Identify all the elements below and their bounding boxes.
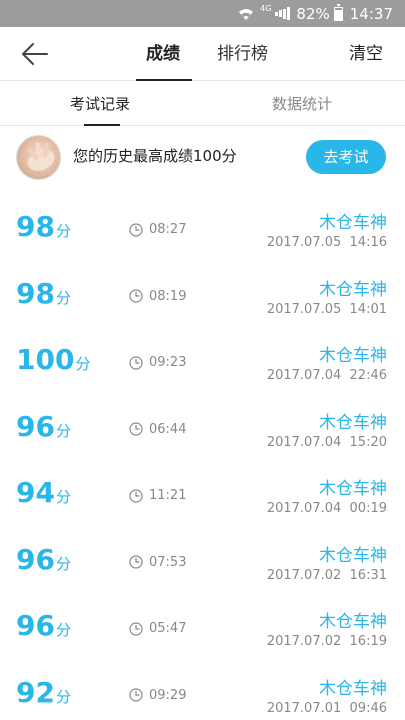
sub-tabs: 考试记录 数据统计: [0, 82, 405, 126]
score: 98分: [16, 210, 71, 243]
record-row[interactable]: 100分 09:23 木仓车神 2017.07.04 22:46: [0, 329, 405, 396]
duration: 08:19: [129, 289, 186, 304]
record-datetime: 2017.07.02 16:31: [266, 567, 387, 583]
active-subtab-indicator: [84, 124, 120, 126]
duration: 09:23: [129, 355, 186, 370]
duration: 06:44: [129, 422, 186, 437]
record-row[interactable]: 98分 08:27 木仓车神 2017.07.05 14:16: [0, 196, 405, 263]
score: 98分: [16, 277, 71, 310]
record-datetime: 2017.07.05 14:01: [266, 301, 387, 317]
record-row[interactable]: 96分 05:47 木仓车神 2017.07.02 16:19: [0, 595, 405, 662]
score-unit: 分: [55, 687, 71, 706]
duration-value: 07:53: [149, 554, 187, 570]
exam-records-list: 98分 08:27 木仓车神 2017.07.05 14:16 98分 08:19 木仓车神…: [0, 196, 405, 720]
back-button[interactable]: [20, 40, 50, 68]
score: 92分: [16, 676, 71, 709]
duration: 05:47: [129, 621, 186, 636]
record-datetime: 2017.07.02 16:19: [266, 634, 387, 649]
score: 96分: [16, 609, 71, 642]
score-value: 96: [16, 609, 55, 642]
duration-value: 09:29: [149, 687, 187, 703]
score-value: 94: [16, 476, 55, 509]
record-row[interactable]: 94分 11:21 木仓车神 2017.07.04 00:19: [0, 462, 405, 529]
duration-value: 06:44: [149, 421, 187, 437]
duration: 09:29: [129, 688, 186, 703]
battery-percent: 82%: [296, 4, 330, 23]
score: 100分: [16, 343, 90, 376]
clock-icon: [129, 289, 143, 303]
record-datetime: 2017.07.04 15:20: [266, 434, 387, 450]
arrow-left-icon: [22, 43, 48, 65]
best-score-text: 您的历史最高成绩100分: [73, 147, 237, 165]
record-row[interactable]: 96分 07:53 木仓车神 2017.07.02 16:31: [0, 529, 405, 596]
subject-name[interactable]: 木仓车神: [319, 341, 387, 366]
duration-value: 05:47: [149, 621, 187, 636]
score-value: 96: [16, 542, 55, 576]
clock-icon: [129, 355, 143, 370]
best-score-banner: 您的历史最高成绩100分 去考试: [0, 130, 405, 184]
score-value: 98: [16, 276, 55, 310]
subject-name[interactable]: 木仓车神: [319, 408, 387, 433]
score: 96分: [16, 543, 71, 576]
status-bar: 4G 82% 14:37: [0, 0, 405, 27]
score-value: 100: [16, 343, 75, 376]
score-unit: 分: [75, 355, 91, 373]
duration-value: 08:27: [149, 222, 187, 237]
tab-exam-records[interactable]: 考试记录: [70, 82, 130, 126]
battery-icon: [333, 3, 343, 21]
score: 94分: [16, 476, 71, 509]
subject-name[interactable]: 木仓车神: [319, 275, 387, 300]
clock-icon: [129, 488, 143, 503]
subject-name[interactable]: 木仓车神: [319, 474, 387, 499]
clear-button[interactable]: 清空: [349, 27, 383, 81]
score-unit: 分: [55, 288, 71, 307]
tab-data-statistics[interactable]: 数据统计: [272, 82, 332, 126]
subject-name[interactable]: 木仓车神: [319, 674, 387, 699]
top-nav: 成绩 排行榜 清空: [0, 27, 405, 81]
subject-name[interactable]: 木仓车神: [319, 607, 387, 632]
avatar: [16, 135, 61, 180]
duration: 08:27: [129, 222, 186, 237]
score-value: 98: [16, 210, 55, 243]
score-value: 92: [16, 675, 55, 709]
duration-value: 09:23: [149, 355, 187, 370]
record-datetime: 2017.07.05 14:16: [266, 235, 387, 250]
score-unit: 分: [55, 554, 71, 573]
clock-time: 14:37: [349, 4, 393, 23]
record-row[interactable]: 98分 08:19 木仓车神 2017.07.05 14:01: [0, 263, 405, 330]
tab-leaderboard[interactable]: 排行榜: [217, 27, 268, 81]
clock-icon: [129, 222, 143, 237]
clock-icon: [129, 422, 143, 436]
take-exam-button[interactable]: 去考试: [306, 140, 386, 174]
tab-scores[interactable]: 成绩: [146, 27, 180, 81]
record-datetime: 2017.07.04 00:19: [266, 501, 387, 516]
duration-value: 11:21: [149, 488, 187, 503]
score-unit: 分: [55, 621, 71, 639]
duration: 11:21: [129, 488, 186, 503]
record-row[interactable]: 92分 09:29 木仓车神 2017.07.01 09:46: [0, 662, 405, 720]
subject-name[interactable]: 木仓车神: [319, 541, 387, 566]
score-unit: 分: [55, 421, 71, 440]
record-datetime: 2017.07.01 09:46: [266, 700, 387, 716]
record-datetime: 2017.07.04 22:46: [266, 368, 387, 383]
clock-icon: [129, 555, 143, 569]
duration: 07:53: [129, 555, 186, 570]
score-value: 96: [16, 409, 55, 443]
clock-icon: [129, 688, 143, 702]
network-type: 4G: [260, 4, 272, 13]
subject-name[interactable]: 木仓车神: [319, 208, 387, 233]
record-row[interactable]: 96分 06:44 木仓车神 2017.07.04 15:20: [0, 396, 405, 463]
score: 96分: [16, 410, 71, 443]
score-unit: 分: [55, 222, 71, 240]
wifi-icon: [238, 7, 254, 21]
clock-icon: [129, 621, 143, 636]
signal-icon: [275, 7, 291, 20]
duration-value: 08:19: [149, 288, 187, 304]
active-tab-indicator: [136, 79, 192, 81]
score-unit: 分: [55, 488, 71, 506]
